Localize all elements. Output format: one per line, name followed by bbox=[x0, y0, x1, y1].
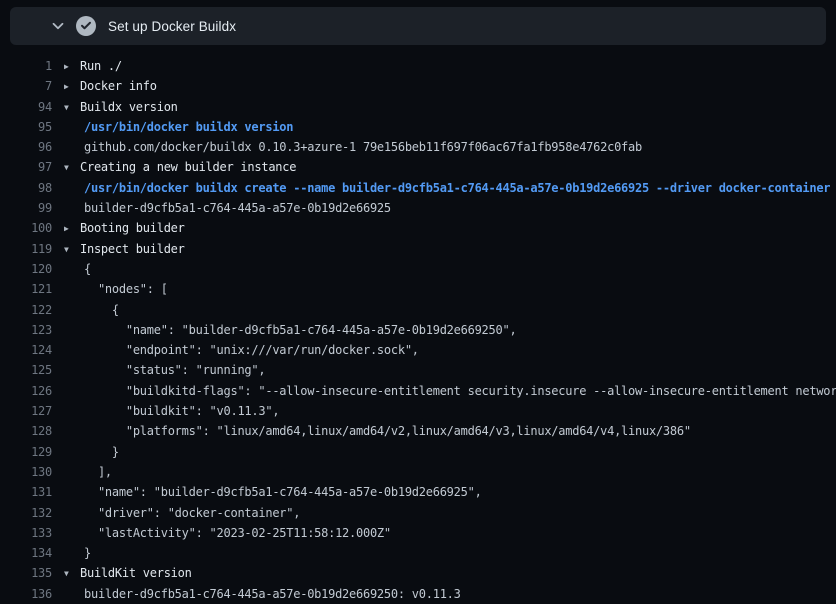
triangle-expanded-icon[interactable]: ▼ bbox=[64, 564, 75, 583]
line-number[interactable]: 99 bbox=[0, 198, 52, 218]
line-text: { bbox=[84, 300, 119, 320]
log-group-header[interactable]: 100 ▶ Booting builder bbox=[0, 218, 836, 238]
line-text: /usr/bin/docker buildx version bbox=[84, 117, 293, 137]
line-number[interactable]: 136 bbox=[0, 584, 52, 604]
line-number[interactable]: 94 bbox=[0, 97, 52, 117]
line-text: /usr/bin/docker buildx create --name bui… bbox=[84, 178, 830, 198]
log-line: 98 /usr/bin/docker buildx create --name … bbox=[0, 178, 836, 198]
line-text: Docker info bbox=[80, 76, 157, 96]
log-line: 127 "buildkit": "v0.11.3", bbox=[0, 401, 836, 421]
line-text: "name": "builder-d9cfb5a1-c764-445a-a57e… bbox=[84, 320, 516, 340]
line-text: } bbox=[84, 543, 91, 563]
line-text: "name": "builder-d9cfb5a1-c764-445a-a57e… bbox=[84, 482, 482, 502]
step-header[interactable]: Set up Docker Buildx bbox=[10, 7, 826, 45]
line-number[interactable]: 130 bbox=[0, 462, 52, 482]
line-text: "buildkitd-flags": "--allow-insecure-ent… bbox=[84, 381, 836, 401]
line-number[interactable]: 131 bbox=[0, 482, 52, 502]
line-text: "status": "running", bbox=[84, 360, 265, 380]
triangle-collapsed-icon[interactable]: ▶ bbox=[64, 77, 75, 96]
line-number[interactable]: 134 bbox=[0, 543, 52, 563]
line-number[interactable]: 97 bbox=[0, 157, 52, 177]
log-group-header[interactable]: 1 ▶ Run ./ bbox=[0, 56, 836, 76]
line-text: "platforms": "linux/amd64,linux/amd64/v2… bbox=[84, 421, 691, 441]
line-number[interactable]: 132 bbox=[0, 503, 52, 523]
log-line: 124 "endpoint": "unix:///var/run/docker.… bbox=[0, 340, 836, 360]
log-line: 131 "name": "builder-d9cfb5a1-c764-445a-… bbox=[0, 482, 836, 502]
line-text: builder-d9cfb5a1-c764-445a-a57e-0b19d2e6… bbox=[84, 198, 391, 218]
line-number[interactable]: 120 bbox=[0, 259, 52, 279]
log-line: 122 { bbox=[0, 300, 836, 320]
log-line: 99 builder-d9cfb5a1-c764-445a-a57e-0b19d… bbox=[0, 198, 836, 218]
log-line: 133 "lastActivity": "2023-02-25T11:58:12… bbox=[0, 523, 836, 543]
line-text: } bbox=[84, 442, 119, 462]
log-group-header[interactable]: 97 ▼ Creating a new builder instance bbox=[0, 157, 836, 177]
actions-log-viewer: Set up Docker Buildx 1 ▶ Run ./ 7 ▶ Dock… bbox=[0, 0, 836, 604]
line-number[interactable]: 121 bbox=[0, 279, 52, 299]
line-number[interactable]: 126 bbox=[0, 381, 52, 401]
log-area: 1 ▶ Run ./ 7 ▶ Docker info 94 ▼ Buildx v… bbox=[0, 48, 836, 604]
line-text: "lastActivity": "2023-02-25T11:58:12.000… bbox=[84, 523, 391, 543]
log-line: 130 ], bbox=[0, 462, 836, 482]
line-number[interactable]: 125 bbox=[0, 360, 52, 380]
log-line: 129 } bbox=[0, 442, 836, 462]
line-text: Creating a new builder instance bbox=[80, 157, 296, 177]
line-number[interactable]: 133 bbox=[0, 523, 52, 543]
line-text: { bbox=[84, 259, 91, 279]
log-group-header[interactable]: 94 ▼ Buildx version bbox=[0, 97, 836, 117]
log-line: 134 } bbox=[0, 543, 836, 563]
log-group-header[interactable]: 119 ▼ Inspect builder bbox=[0, 239, 836, 259]
line-number[interactable]: 1 bbox=[0, 56, 52, 76]
line-number[interactable]: 98 bbox=[0, 178, 52, 198]
log-line: 125 "status": "running", bbox=[0, 360, 836, 380]
triangle-collapsed-icon[interactable]: ▶ bbox=[64, 57, 75, 76]
line-number[interactable]: 7 bbox=[0, 76, 52, 96]
line-number[interactable]: 123 bbox=[0, 320, 52, 340]
log-group-header[interactable]: 135 ▼ BuildKit version bbox=[0, 563, 836, 583]
log-line: 95 /usr/bin/docker buildx version bbox=[0, 117, 836, 137]
line-number[interactable]: 119 bbox=[0, 239, 52, 259]
log-line: 96 github.com/docker/buildx 0.10.3+azure… bbox=[0, 137, 836, 157]
line-number[interactable]: 127 bbox=[0, 401, 52, 421]
line-number[interactable]: 124 bbox=[0, 340, 52, 360]
line-number[interactable]: 122 bbox=[0, 300, 52, 320]
triangle-expanded-icon[interactable]: ▼ bbox=[64, 158, 75, 177]
step-title: Set up Docker Buildx bbox=[108, 19, 236, 34]
line-text: ], bbox=[84, 462, 112, 482]
line-number[interactable]: 129 bbox=[0, 442, 52, 462]
line-number[interactable]: 128 bbox=[0, 421, 52, 441]
log-line: 121 "nodes": [ bbox=[0, 279, 836, 299]
triangle-collapsed-icon[interactable]: ▶ bbox=[64, 219, 75, 238]
log-line: 126 "buildkitd-flags": "--allow-insecure… bbox=[0, 381, 836, 401]
line-text: Booting builder bbox=[80, 218, 185, 238]
line-text: "driver": "docker-container", bbox=[84, 503, 300, 523]
log-group-header[interactable]: 7 ▶ Docker info bbox=[0, 76, 836, 96]
line-text: Run ./ bbox=[80, 56, 122, 76]
line-text: github.com/docker/buildx 0.10.3+azure-1 … bbox=[84, 137, 642, 157]
line-text: "nodes": [ bbox=[84, 279, 168, 299]
chevron-down-icon bbox=[50, 18, 66, 34]
line-text: builder-d9cfb5a1-c764-445a-a57e-0b19d2e6… bbox=[84, 584, 461, 604]
line-text: Inspect builder bbox=[80, 239, 185, 259]
line-number[interactable]: 135 bbox=[0, 563, 52, 583]
log-line: 120 { bbox=[0, 259, 836, 279]
log-line: 136 builder-d9cfb5a1-c764-445a-a57e-0b19… bbox=[0, 584, 836, 604]
line-text: "endpoint": "unix:///var/run/docker.sock… bbox=[84, 340, 419, 360]
log-line: 123 "name": "builder-d9cfb5a1-c764-445a-… bbox=[0, 320, 836, 340]
triangle-expanded-icon[interactable]: ▼ bbox=[64, 240, 75, 259]
log-line: 128 "platforms": "linux/amd64,linux/amd6… bbox=[0, 421, 836, 441]
triangle-expanded-icon[interactable]: ▼ bbox=[64, 98, 75, 117]
line-text: "buildkit": "v0.11.3", bbox=[84, 401, 279, 421]
check-circle-icon bbox=[76, 16, 96, 36]
line-number[interactable]: 100 bbox=[0, 218, 52, 238]
line-number[interactable]: 96 bbox=[0, 137, 52, 157]
line-text: BuildKit version bbox=[80, 563, 192, 583]
line-text: Buildx version bbox=[80, 97, 178, 117]
log-line: 132 "driver": "docker-container", bbox=[0, 503, 836, 523]
line-number[interactable]: 95 bbox=[0, 117, 52, 137]
